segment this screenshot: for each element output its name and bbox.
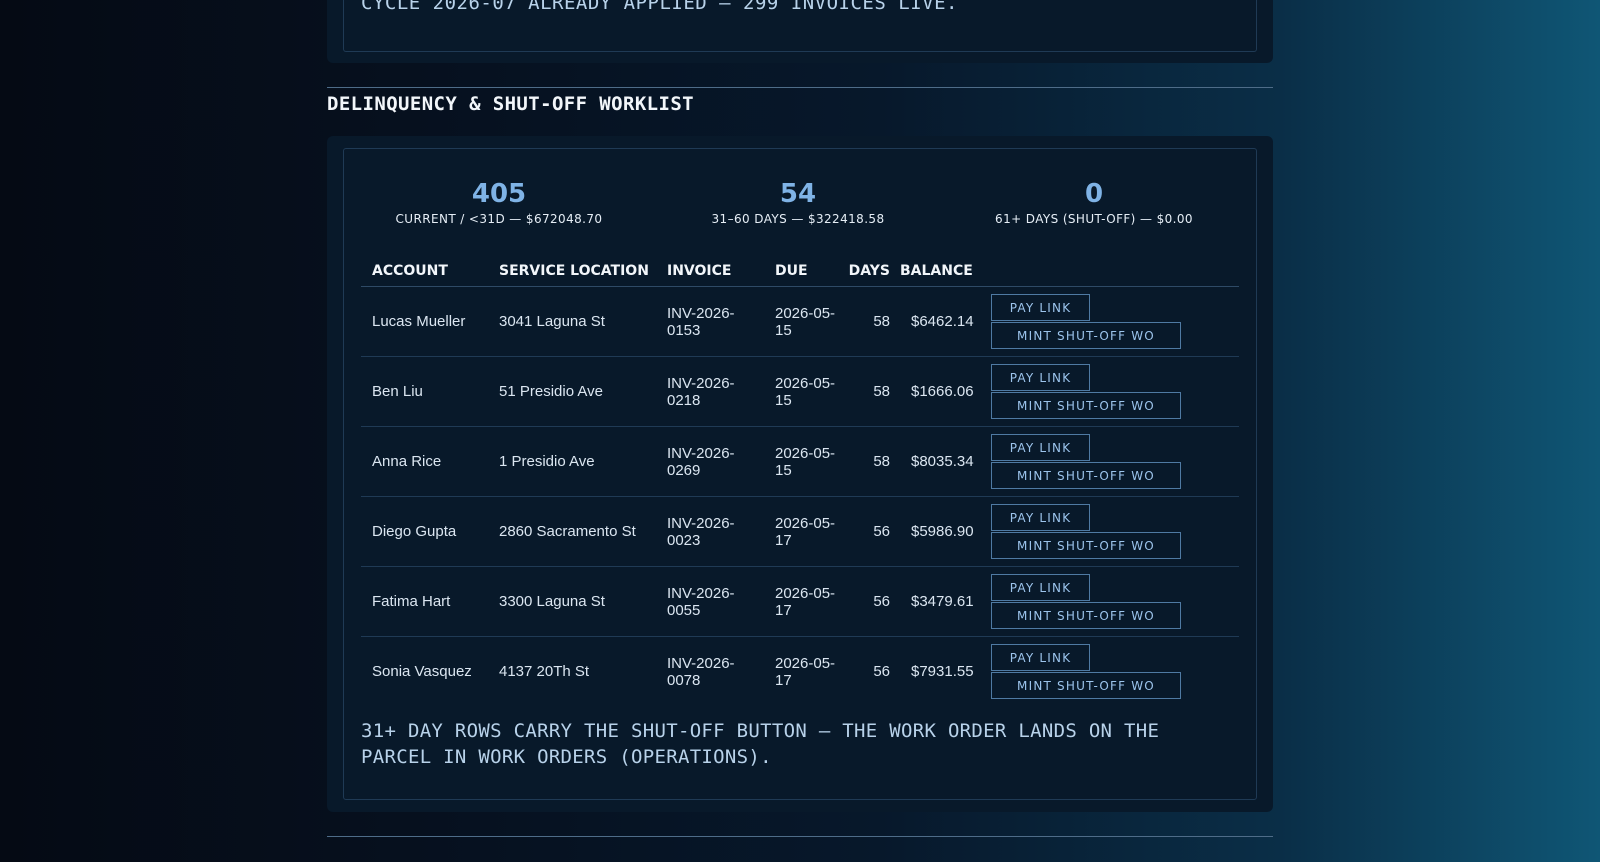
section-divider xyxy=(327,87,1273,88)
cell-invoice: INV-2026-0153 xyxy=(656,286,764,357)
cell-due: 2026-05-17 xyxy=(764,496,848,567)
pay-link-button[interactable]: PAY LINK xyxy=(991,434,1090,461)
pay-link-button[interactable]: PAY LINK xyxy=(991,574,1090,601)
cell-actions: PAY LINK MINT SHUT-OFF WO xyxy=(980,356,1239,427)
mint-shutoff-wo-button[interactable]: MINT SHUT-OFF WO xyxy=(991,462,1181,489)
cell-due: 2026-05-17 xyxy=(764,566,848,637)
stat-31-60-value: 54 xyxy=(779,179,817,209)
col-header-due: DUE xyxy=(764,256,848,287)
cell-location: 1 Presidio Ave xyxy=(488,426,656,497)
cell-location: 3041 Laguna St xyxy=(488,286,656,357)
cell-days: 58 xyxy=(848,286,900,357)
pay-link-button[interactable]: PAY LINK xyxy=(991,644,1090,671)
cell-days: 56 xyxy=(848,636,900,706)
cycle-status-panel: CYCLE 2026-07 ALREADY APPLIED — 299 INVO… xyxy=(343,0,1257,52)
stat-31-60-label: 31–60 DAYS — $322418.58 xyxy=(711,212,885,226)
cell-account: Fatima Hart xyxy=(361,566,488,637)
cell-due: 2026-05-15 xyxy=(764,426,848,497)
stat-shutoff: 0 61+ DAYS (SHUT-OFF) — $0.00 xyxy=(944,179,1244,226)
cell-location: 51 Presidio Ave xyxy=(488,356,656,427)
stat-current-value: 405 xyxy=(471,179,527,209)
stat-shutoff-value: 0 xyxy=(1084,179,1104,209)
mint-shutoff-wo-button[interactable]: MINT SHUT-OFF WO xyxy=(991,322,1181,349)
cell-due: 2026-05-17 xyxy=(764,636,848,706)
cycle-status-card: CYCLE 2026-07 ALREADY APPLIED — 299 INVO… xyxy=(327,0,1273,63)
cell-balance: $8035.34 xyxy=(900,426,980,497)
pay-link-button[interactable]: PAY LINK xyxy=(991,504,1090,531)
table-row: Anna Rice 1 Presidio Ave INV-2026-0269 2026… xyxy=(361,426,1239,497)
cell-actions: PAY LINK MINT SHUT-OFF WO xyxy=(980,636,1239,706)
cell-due: 2026-05-15 xyxy=(764,356,848,427)
worklist-card: 405 CURRENT / <31D — $672048.70 54 31–60… xyxy=(327,136,1273,812)
mint-shutoff-wo-button[interactable]: MINT SHUT-OFF WO xyxy=(991,602,1181,629)
worklist-rows: Lucas Mueller 3041 Laguna St INV-2026-0153… xyxy=(361,286,1239,706)
mint-shutoff-wo-button[interactable]: MINT SHUT-OFF WO xyxy=(991,672,1181,699)
stat-current: 405 CURRENT / <31D — $672048.70 xyxy=(349,179,649,226)
cell-invoice: INV-2026-0023 xyxy=(656,496,764,567)
cell-balance: $1666.06 xyxy=(900,356,980,427)
cell-balance: $3479.61 xyxy=(900,566,980,637)
cell-days: 56 xyxy=(848,566,900,637)
table-row: Diego Gupta 2860 Sacramento St INV-2026-00… xyxy=(361,496,1239,567)
bottom-divider xyxy=(327,836,1273,837)
cycle-status-note: CYCLE 2026-07 ALREADY APPLIED — 299 INVO… xyxy=(361,0,958,14)
cell-account: Ben Liu xyxy=(361,356,488,427)
cell-invoice: INV-2026-0218 xyxy=(656,356,764,427)
cell-invoice: INV-2026-0055 xyxy=(656,566,764,637)
aging-summary: 405 CURRENT / <31D — $672048.70 54 31–60… xyxy=(344,179,1256,239)
mint-shutoff-wo-button[interactable]: MINT SHUT-OFF WO xyxy=(991,532,1181,559)
table-row: Fatima Hart 3300 Laguna St INV-2026-0055 20… xyxy=(361,566,1239,637)
table-row: Sonia Vasquez 4137 20Th St INV-2026-0078 20… xyxy=(361,636,1239,706)
pay-link-button[interactable]: PAY LINK xyxy=(991,294,1090,321)
cell-invoice: INV-2026-0269 xyxy=(656,426,764,497)
cell-actions: PAY LINK MINT SHUT-OFF WO xyxy=(980,286,1239,357)
cell-actions: PAY LINK MINT SHUT-OFF WO xyxy=(980,496,1239,567)
worklist-table: ACCOUNT SERVICE LOCATION INVOICE DUE DAY… xyxy=(361,256,1239,706)
cell-actions: PAY LINK MINT SHUT-OFF WO xyxy=(980,426,1239,497)
cell-balance: $5986.90 xyxy=(900,496,980,567)
table-header-row: ACCOUNT SERVICE LOCATION INVOICE DUE DAY… xyxy=(361,256,1239,287)
col-header-invoice: INVOICE xyxy=(656,256,764,287)
footer-note: 31+ DAY ROWS CARRY THE SHUT-OFF BUTTON —… xyxy=(361,720,1160,768)
cell-account: Anna Rice xyxy=(361,426,488,497)
cell-days: 56 xyxy=(848,496,900,567)
cell-account: Diego Gupta xyxy=(361,496,488,567)
mint-shutoff-wo-button[interactable]: MINT SHUT-OFF WO xyxy=(991,392,1181,419)
pay-link-button[interactable]: PAY LINK xyxy=(991,364,1090,391)
cell-balance: $6462.14 xyxy=(900,286,980,357)
cell-actions: PAY LINK MINT SHUT-OFF WO xyxy=(980,566,1239,637)
cell-invoice: INV-2026-0078 xyxy=(656,636,764,706)
section-title: DELINQUENCY & SHUT-OFF WORKLIST xyxy=(327,93,695,115)
table-row: Ben Liu 51 Presidio Ave INV-2026-0218 2026-… xyxy=(361,356,1239,427)
worklist-panel: 405 CURRENT / <31D — $672048.70 54 31–60… xyxy=(343,148,1257,800)
cell-due: 2026-05-15 xyxy=(764,286,848,357)
worklist-table-container[interactable]: ACCOUNT SERVICE LOCATION INVOICE DUE DAY… xyxy=(361,256,1239,706)
cell-account: Lucas Mueller xyxy=(361,286,488,357)
stat-current-label: CURRENT / <31D — $672048.70 xyxy=(395,212,603,226)
cell-days: 58 xyxy=(848,426,900,497)
stat-shutoff-label: 61+ DAYS (SHUT-OFF) — $0.00 xyxy=(995,212,1193,226)
col-header-location: SERVICE LOCATION xyxy=(488,256,656,287)
cell-balance: $7931.55 xyxy=(900,636,980,706)
col-header-balance: BALANCE xyxy=(900,256,980,287)
col-header-actions xyxy=(980,256,1239,287)
cell-location: 3300 Laguna St xyxy=(488,566,656,637)
col-header-account: ACCOUNT xyxy=(361,256,488,287)
cell-location: 2860 Sacramento St xyxy=(488,496,656,567)
cell-account: Sonia Vasquez xyxy=(361,636,488,706)
stat-31-60: 54 31–60 DAYS — $322418.58 xyxy=(648,179,948,226)
table-row: Lucas Mueller 3041 Laguna St INV-2026-0153… xyxy=(361,286,1239,357)
cell-location: 4137 20Th St xyxy=(488,636,656,706)
col-header-days: DAYS xyxy=(848,256,900,287)
cell-days: 58 xyxy=(848,356,900,427)
